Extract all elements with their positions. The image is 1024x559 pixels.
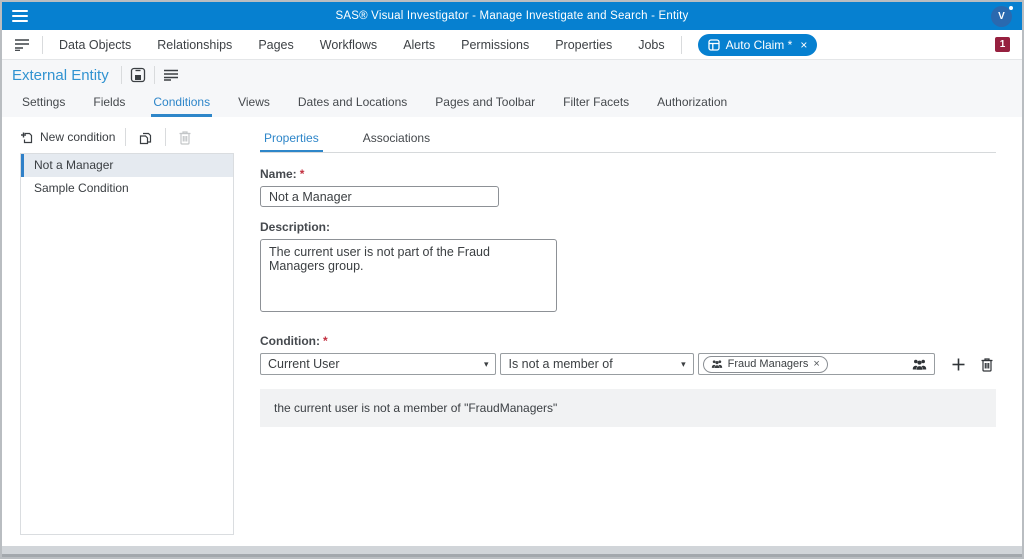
condition-list-item[interactable]: Not a Manager — [21, 154, 233, 177]
detail-tabs: Properties Associations — [260, 127, 996, 153]
nav-item-jobs[interactable]: Jobs — [638, 38, 664, 52]
notification-badge[interactable]: 1 — [995, 37, 1010, 52]
save-icon[interactable] — [128, 65, 148, 85]
entity-title: External Entity — [12, 66, 109, 84]
app-window: SAS® Visual Investigator - Manage Invest… — [0, 0, 1024, 559]
divider — [153, 66, 155, 84]
open-entity-label: Auto Claim * — [725, 37, 793, 52]
tab-authorization[interactable]: Authorization — [655, 90, 729, 117]
condition-summary: the current user is not a member of "Fra… — [260, 389, 996, 427]
new-condition-button[interactable]: New condition — [20, 130, 115, 144]
name-input[interactable] — [260, 186, 499, 207]
add-condition-clause-icon[interactable] — [949, 355, 968, 374]
nav-item-relationships[interactable]: Relationships — [157, 38, 232, 52]
condition-list-item[interactable]: Sample Condition — [21, 177, 233, 200]
tab-properties[interactable]: Properties — [260, 127, 323, 152]
required-marker: * — [299, 167, 305, 181]
description-textarea[interactable]: The current user is not part of the Frau… — [260, 239, 557, 312]
tab-settings[interactable]: Settings — [20, 90, 67, 117]
nav-item-properties[interactable]: Properties — [555, 38, 612, 52]
divider — [125, 128, 127, 146]
nav-item-permissions[interactable]: Permissions — [461, 38, 529, 52]
new-document-icon — [21, 132, 33, 144]
condition-detail-panel: Properties Associations Name:* Descripti… — [242, 117, 1022, 543]
divider — [165, 128, 167, 146]
required-marker: * — [322, 334, 328, 348]
tag-close-icon[interactable]: × — [813, 358, 819, 370]
condition-value-field[interactable]: Fraud Managers × — [697, 353, 935, 375]
group-icon — [711, 360, 722, 368]
delete-clause-icon[interactable] — [978, 355, 996, 374]
user-avatar[interactable]: V — [991, 5, 1013, 27]
top-navigation: Data Objects Relationships Pages Workflo… — [2, 30, 1022, 60]
app-title: SAS® Visual Investigator - Manage Invest… — [335, 10, 689, 22]
nav-list-icon[interactable] — [12, 36, 32, 53]
group-tag-label: Fraud Managers — [727, 358, 809, 370]
close-icon[interactable]: × — [800, 38, 807, 52]
select-groups-icon[interactable] — [910, 356, 929, 373]
nav-item-workflows[interactable]: Workflows — [320, 38, 377, 52]
title-bar: SAS® Visual Investigator - Manage Invest… — [2, 2, 1022, 30]
nav-item-alerts[interactable]: Alerts — [403, 38, 435, 52]
condition-subject-select[interactable]: Current User ▾ — [260, 353, 497, 375]
divider — [42, 35, 43, 54]
tab-associations[interactable]: Associations — [359, 127, 434, 152]
window-footer — [2, 543, 1022, 557]
properties-form: Name:* Description: The current user is … — [260, 167, 996, 427]
open-entity-pill[interactable]: Auto Claim * × — [697, 33, 818, 56]
delete-condition-icon[interactable] — [176, 128, 194, 147]
condition-operator-value: Is not a member of — [508, 357, 613, 371]
avatar-status-dot — [1009, 5, 1013, 10]
chevron-down-icon: ▾ — [483, 358, 489, 369]
conditions-list: Not a Manager Sample Condition — [20, 153, 234, 535]
condition-row-actions — [949, 355, 996, 374]
entity-tabs: Settings Fields Conditions Views Dates a… — [2, 90, 1022, 117]
tab-dates-and-locations[interactable]: Dates and Locations — [296, 90, 409, 117]
hamburger-menu-icon[interactable] — [12, 10, 28, 22]
tab-views[interactable]: Views — [236, 90, 272, 117]
tab-filter-facets[interactable]: Filter Facets — [561, 90, 631, 117]
condition-builder-row: Current User ▾ Is not a member of ▾ Frau… — [260, 353, 996, 375]
description-label: Description: — [260, 220, 331, 234]
condition-subject-value: Current User — [268, 357, 340, 371]
copy-condition-icon[interactable] — [136, 128, 155, 147]
conditions-list-panel: New condition Not a Manager Sample Condi… — [2, 117, 242, 543]
new-condition-label: New condition — [40, 130, 116, 144]
tab-conditions[interactable]: Conditions — [151, 90, 212, 117]
entity-options-lines-icon[interactable] — [161, 67, 181, 83]
name-label: Name: * — [260, 167, 305, 181]
content-area: New condition Not a Manager Sample Condi… — [2, 117, 1022, 543]
condition-operator-select[interactable]: Is not a member of ▾ — [500, 353, 694, 375]
divider — [120, 66, 122, 84]
nav-items: Data Objects Relationships Pages Workflo… — [59, 38, 665, 52]
chevron-down-icon: ▾ — [681, 358, 686, 369]
tab-pages-and-toolbar[interactable]: Pages and Toolbar — [433, 90, 537, 117]
conditions-toolbar: New condition — [20, 125, 234, 149]
entity-header: External Entity — [2, 60, 1022, 90]
entity-grid-icon — [707, 38, 720, 51]
nav-item-data-objects[interactable]: Data Objects — [59, 38, 131, 52]
condition-label: Condition: * — [260, 334, 328, 348]
divider — [680, 35, 682, 54]
tab-fields[interactable]: Fields — [91, 90, 127, 117]
group-tag[interactable]: Fraud Managers × — [702, 355, 828, 373]
avatar-initial: V — [998, 10, 1005, 22]
nav-item-pages[interactable]: Pages — [258, 38, 293, 52]
